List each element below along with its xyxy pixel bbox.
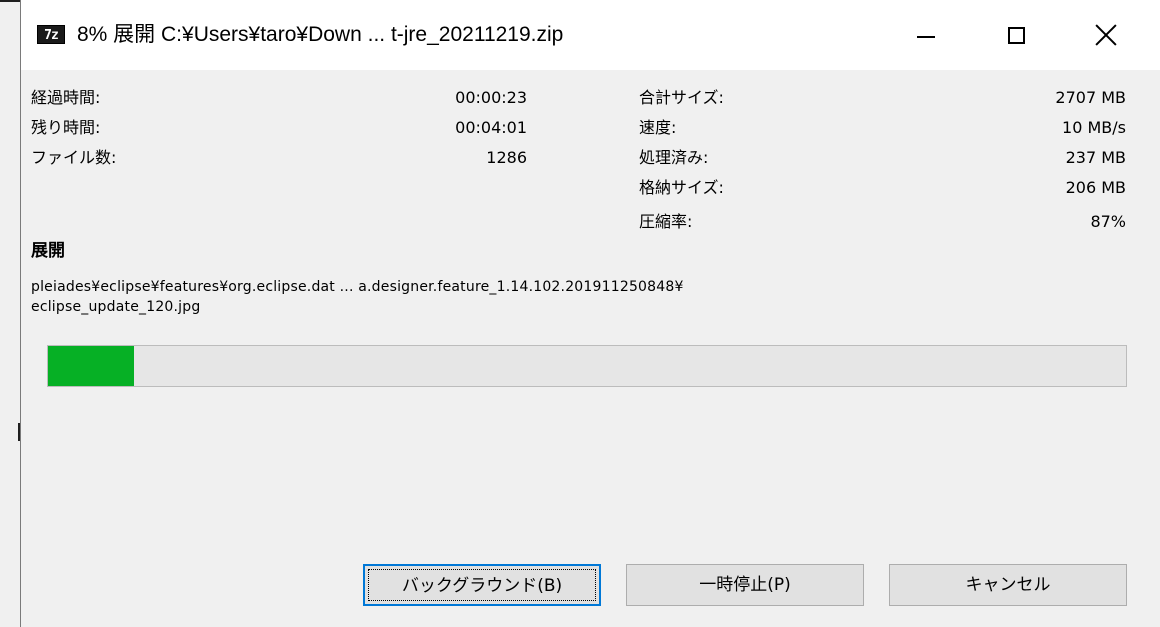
remaining-time-value: 00:04:01: [455, 118, 527, 137]
file-count-label: ファイル数:: [31, 148, 117, 167]
close-button[interactable]: [1061, 0, 1151, 70]
cancel-button[interactable]: キャンセル: [889, 564, 1127, 606]
extract-progress-window: 7z 8% 展開 C:¥Users¥taro¥Down ... t-jre_20…: [20, 0, 1160, 627]
background-button-label: バックグラウンド(B): [368, 569, 596, 601]
compression-ratio-value: 87%: [1090, 212, 1126, 231]
maximize-icon: [1007, 26, 1025, 44]
progress-bar-fill: [48, 346, 135, 386]
elapsed-time-value: 00:00:23: [455, 88, 527, 107]
current-file-path: pleiades¥eclipse¥features¥org.eclipse.da…: [31, 279, 684, 295]
speed-value: 10 MB/s: [1062, 118, 1126, 137]
processed-label: 処理済み:: [639, 148, 709, 167]
title-bar[interactable]: 7z 8% 展開 C:¥Users¥taro¥Down ... t-jre_20…: [21, 0, 1160, 70]
window-title: 8% 展開 C:¥Users¥taro¥Down ... t-jre_20211…: [77, 23, 564, 46]
packed-size-label: 格納サイズ:: [639, 178, 724, 197]
total-size-label: 合計サイズ:: [639, 88, 724, 107]
remaining-time-label: 残り時間:: [31, 118, 101, 137]
elapsed-time-label: 経過時間:: [31, 88, 101, 107]
maximize-button[interactable]: [971, 0, 1061, 70]
packed-size-value: 206 MB: [1065, 178, 1126, 197]
current-file-name: eclipse_update_120.jpg: [31, 299, 201, 315]
minimize-icon: [917, 36, 935, 38]
minimize-button[interactable]: [881, 0, 971, 70]
close-icon: [1095, 24, 1117, 46]
processed-value: 237 MB: [1065, 148, 1126, 167]
total-size-value: 2707 MB: [1055, 88, 1126, 107]
background-button[interactable]: バックグラウンド(B): [363, 564, 601, 606]
7zip-app-icon: 7z: [37, 25, 65, 44]
operation-heading: 展開: [31, 241, 65, 261]
speed-label: 速度:: [639, 118, 677, 137]
file-count-value: 1286: [486, 148, 527, 167]
pause-button[interactable]: 一時停止(P): [626, 564, 864, 606]
progress-bar: [47, 345, 1127, 387]
compression-ratio-label: 圧縮率:: [639, 212, 693, 231]
